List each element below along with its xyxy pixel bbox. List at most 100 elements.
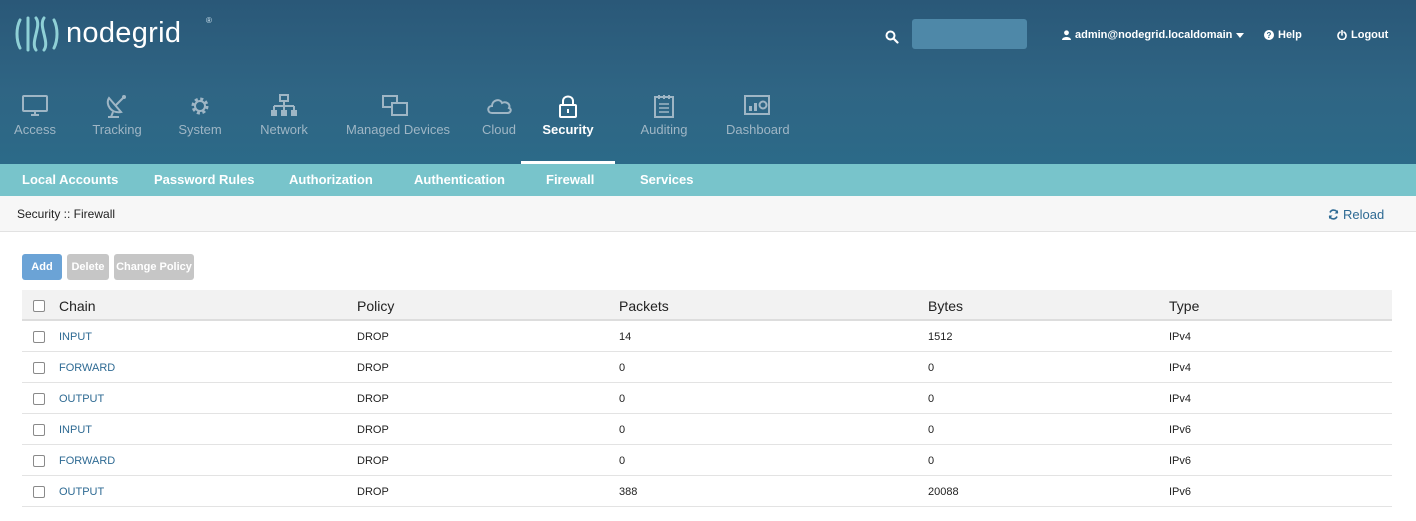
packets-cell: 14 xyxy=(619,331,632,343)
type-cell: IPv4 xyxy=(1169,393,1192,405)
reload-label: Reload xyxy=(1343,207,1385,222)
nav-item-managed-devices[interactable]: Managed Devices xyxy=(346,94,451,164)
row-checkbox[interactable] xyxy=(33,331,45,343)
subnav-item-authentication[interactable]: Authentication xyxy=(414,164,505,196)
power-icon xyxy=(1337,30,1347,40)
bytes-cell: 0 xyxy=(928,455,935,467)
subnav-item-services[interactable]: Services xyxy=(640,164,694,196)
devices-icon xyxy=(382,95,408,116)
packets-cell: 0 xyxy=(619,362,626,374)
type-cell: IPv6 xyxy=(1169,486,1192,498)
reload-button[interactable]: Reload xyxy=(1328,207,1384,222)
subnav-item-firewall[interactable]: Firewall xyxy=(546,164,594,196)
type-cell: IPv4 xyxy=(1169,362,1192,374)
chain-link[interactable]: OUTPUT xyxy=(59,393,104,405)
logo-text: nodegrid xyxy=(66,16,182,49)
nav-label-managed-devices: Managed Devices xyxy=(346,122,451,137)
column-header-bytes[interactable]: Bytes xyxy=(928,298,963,314)
policy-cell: DROP xyxy=(357,393,389,405)
policy-cell: DROP xyxy=(357,455,389,467)
type-cell: IPv6 xyxy=(1169,455,1192,467)
nodegrid-logo[interactable]: nodegrid ® xyxy=(14,14,212,54)
nav-item-system[interactable]: System xyxy=(178,94,222,164)
bytes-cell: 1512 xyxy=(928,331,953,343)
nav-item-auditing[interactable]: Auditing xyxy=(638,94,690,164)
user-menu[interactable]: admin@nodegrid.localdomain xyxy=(1062,29,1245,41)
search-input[interactable] xyxy=(912,19,1027,49)
nav-label-network: Network xyxy=(260,122,308,137)
table-header: Chain Policy Packets Bytes Type xyxy=(22,290,1392,321)
nav-label-cloud: Cloud xyxy=(482,122,516,137)
table-row: INPUT DROP 14 1512 IPv4 xyxy=(22,321,1392,352)
user-icon xyxy=(1062,30,1071,40)
row-checkbox[interactable] xyxy=(33,486,45,498)
nav-label-security: Security xyxy=(542,122,594,137)
delete-button[interactable]: Delete xyxy=(67,254,109,280)
packets-cell: 0 xyxy=(619,424,626,436)
bytes-cell: 0 xyxy=(928,362,935,374)
table-row: FORWARD DROP 0 0 IPv4 xyxy=(22,352,1392,383)
column-header-type[interactable]: Type xyxy=(1169,298,1199,314)
policy-cell: DROP xyxy=(357,424,389,436)
breadcrumb: Security :: Firewall xyxy=(17,207,116,221)
nav-item-dashboard[interactable]: Dashboard xyxy=(726,94,790,164)
dashboard-icon xyxy=(744,95,770,115)
search-icon[interactable] xyxy=(885,30,899,44)
question-circle-icon: ? xyxy=(1264,30,1274,40)
notepad-icon xyxy=(654,95,674,118)
logout-link[interactable]: Logout xyxy=(1337,29,1388,41)
refresh-icon xyxy=(1328,209,1339,220)
add-button[interactable]: Add xyxy=(22,254,62,280)
subnav-item-authorization[interactable]: Authorization xyxy=(289,164,373,196)
bytes-cell: 0 xyxy=(928,424,935,436)
registered-mark: ® xyxy=(206,16,212,25)
nav-label-access: Access xyxy=(14,122,56,137)
chain-link[interactable]: INPUT xyxy=(59,424,92,436)
row-checkbox[interactable] xyxy=(33,393,45,405)
caret-down-icon xyxy=(1236,32,1245,38)
lock-icon xyxy=(559,95,577,118)
nodegrid-logo-icon xyxy=(15,16,59,52)
column-header-chain[interactable]: Chain xyxy=(59,298,96,314)
row-checkbox[interactable] xyxy=(33,362,45,374)
nav-label-tracking: Tracking xyxy=(92,122,142,137)
user-menu-label: admin@nodegrid.localdomain xyxy=(1075,29,1233,41)
subnav-item-password-rules[interactable]: Password Rules xyxy=(154,164,254,196)
satellite-dish-icon xyxy=(106,95,126,118)
nav-item-security[interactable]: Security xyxy=(521,94,615,164)
logout-label: Logout xyxy=(1351,29,1389,41)
row-checkbox[interactable] xyxy=(33,455,45,467)
policy-cell: DROP xyxy=(357,331,389,343)
svg-text:?: ? xyxy=(1267,31,1272,40)
column-header-packets[interactable]: Packets xyxy=(619,298,669,314)
chain-link[interactable]: FORWARD xyxy=(59,362,115,374)
chain-link[interactable]: INPUT xyxy=(59,331,92,343)
bytes-cell: 20088 xyxy=(928,486,959,498)
gear-icon xyxy=(191,97,209,115)
table-row: OUTPUT DROP 0 0 IPv4 xyxy=(22,383,1392,414)
main-nav: Access Tracking System Network Managed D… xyxy=(0,94,820,164)
breadcrumb-bar: Security :: Firewall Reload xyxy=(0,196,1416,232)
table-row: FORWARD DROP 0 0 IPv6 xyxy=(22,445,1392,476)
packets-cell: 388 xyxy=(619,486,638,498)
nav-item-tracking[interactable]: Tracking xyxy=(90,94,144,164)
table-row: INPUT DROP 0 0 IPv6 xyxy=(22,414,1392,445)
subnav-item-local-accounts[interactable]: Local Accounts xyxy=(22,164,118,196)
top-header: nodegrid ® admin@nodegrid.localdomain ? … xyxy=(0,0,1416,164)
chain-link[interactable]: FORWARD xyxy=(59,455,115,467)
policy-cell: DROP xyxy=(357,362,389,374)
change-policy-button[interactable]: Change Policy xyxy=(114,254,194,280)
type-cell: IPv4 xyxy=(1169,331,1192,343)
select-all-checkbox[interactable] xyxy=(33,300,45,312)
row-checkbox[interactable] xyxy=(33,424,45,436)
chain-link[interactable]: OUTPUT xyxy=(59,486,104,498)
help-link[interactable]: ? Help xyxy=(1264,29,1302,41)
nav-item-access[interactable]: Access xyxy=(14,94,56,164)
table-row: OUTPUT DROP 388 20088 IPv6 xyxy=(22,476,1392,507)
nav-item-cloud[interactable]: Cloud xyxy=(480,94,518,164)
nav-label-auditing: Auditing xyxy=(640,122,688,137)
bytes-cell: 0 xyxy=(928,393,935,405)
column-header-policy[interactable]: Policy xyxy=(357,298,394,314)
packets-cell: 0 xyxy=(619,455,626,467)
nav-item-network[interactable]: Network xyxy=(258,94,310,164)
